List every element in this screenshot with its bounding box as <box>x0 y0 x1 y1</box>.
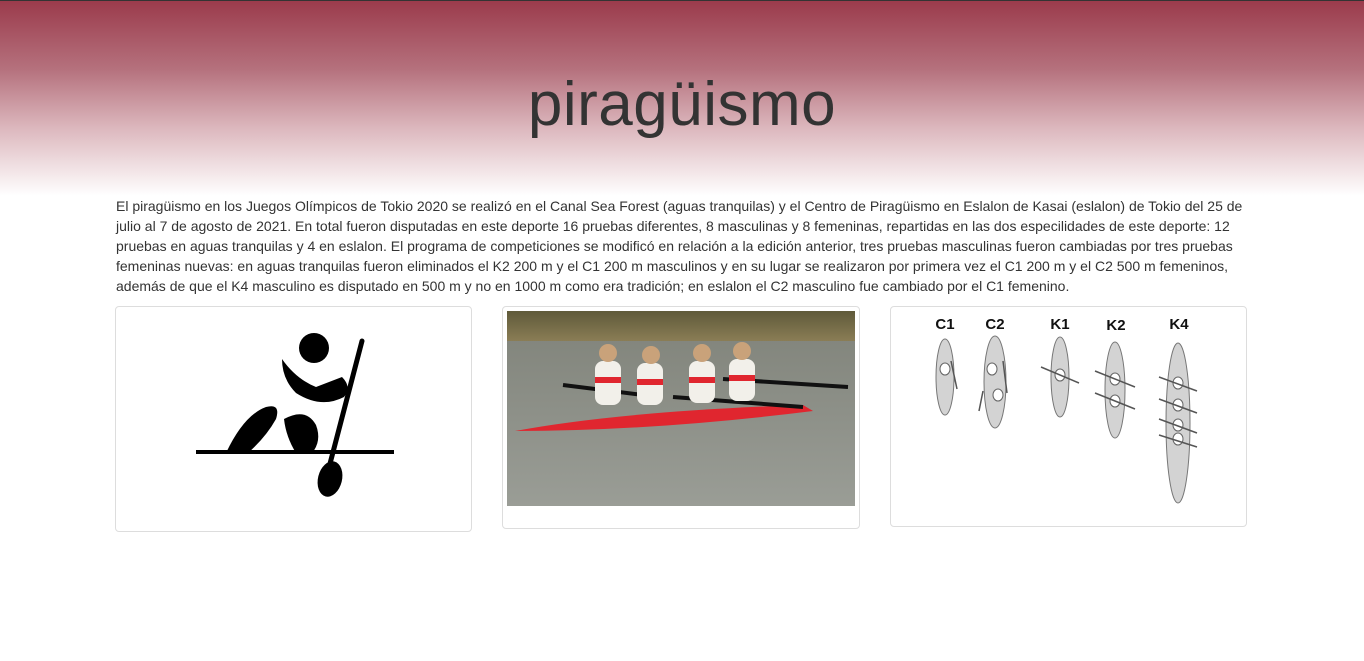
boat-classes-card: C1 C2 K1 K2 K4 <box>890 306 1247 527</box>
page-header: piragüismo <box>0 0 1364 196</box>
boat-label-k4: K4 <box>1169 316 1189 333</box>
kayak-crew-photo <box>507 311 855 506</box>
canoe-sprint-pictogram <box>196 333 394 497</box>
boat-label-k1: K1 <box>1050 316 1069 333</box>
page-title: piragüismo <box>527 70 837 139</box>
boat-classes-diagram: C1 C2 K1 K2 K4 <box>935 316 1198 504</box>
pictogram-card <box>115 306 472 532</box>
boat-label-c2: C2 <box>985 316 1004 333</box>
intro-paragraph: El piragüismo en los Juegos Olímpicos de… <box>116 198 1243 294</box>
boat-label-k2: K2 <box>1106 317 1125 334</box>
photo-card <box>502 306 860 529</box>
boat-label-c1: C1 <box>935 316 954 333</box>
